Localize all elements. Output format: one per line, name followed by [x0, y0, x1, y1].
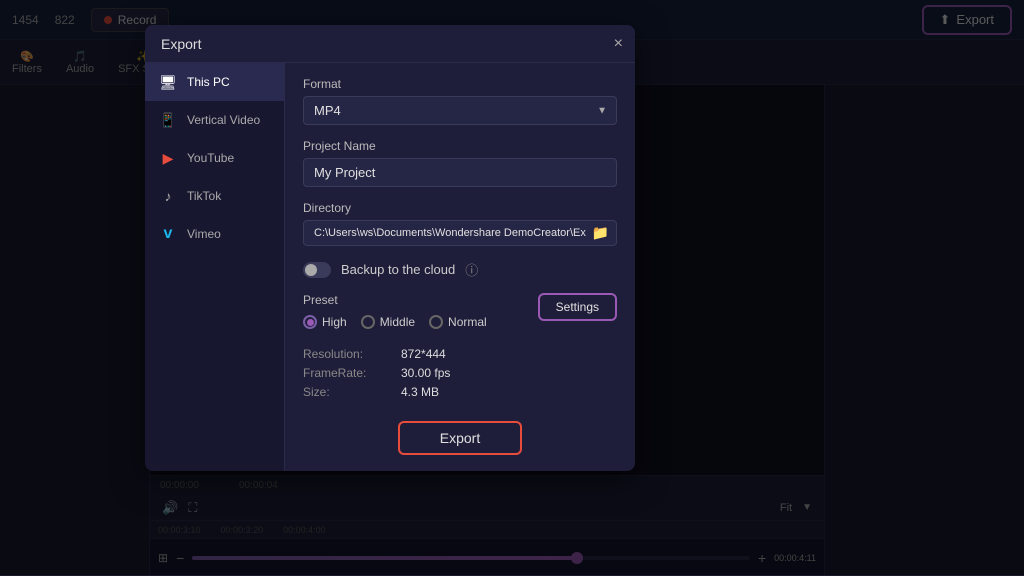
framerate-value: 30.00 fps: [401, 366, 617, 380]
resolution-label: Resolution:: [303, 347, 393, 361]
sidebar-item-this-pc[interactable]: 🖥 This PC: [145, 63, 284, 101]
sidebar-item-vimeo[interactable]: v Vimeo: [145, 215, 284, 253]
modal-close-button[interactable]: ×: [614, 36, 623, 52]
preset-normal[interactable]: Normal: [429, 315, 487, 329]
backup-label: Backup to the cloud: [341, 262, 455, 277]
preset-left: Preset High Middle Normal: [303, 293, 487, 329]
directory-group: Directory 📁: [303, 201, 617, 246]
export-modal: Export × 🖥 This PC 📱 Vertical Video ▶ Yo…: [145, 25, 635, 471]
modal-sidebar: 🖥 This PC 📱 Vertical Video ▶ YouTube ♪ T…: [145, 25, 285, 471]
preset-radio-group: High Middle Normal: [303, 315, 487, 329]
modal-footer: Export: [303, 413, 617, 455]
modal-form-content: Format MP4 MOV AVI GIF MP3 ▼ Project Nam…: [285, 25, 635, 471]
resolution-value: 872*444: [401, 347, 617, 361]
preset-high-label: High: [322, 315, 347, 329]
preset-middle[interactable]: Middle: [361, 315, 415, 329]
backup-info-icon[interactable]: ⓘ: [465, 260, 478, 279]
format-select[interactable]: MP4 MOV AVI GIF MP3: [303, 96, 617, 125]
size-value: 4.3 MB: [401, 385, 617, 399]
preset-normal-label: Normal: [448, 315, 487, 329]
directory-input[interactable]: [303, 220, 617, 246]
directory-wrapper: 📁: [303, 220, 617, 246]
backup-toggle[interactable]: [303, 262, 331, 278]
modal-titlebar: Export ×: [145, 25, 635, 63]
radio-middle-icon: [361, 315, 375, 329]
export-details: Resolution: 872*444 FrameRate: 30.00 fps…: [303, 347, 617, 399]
backup-row: Backup to the cloud ⓘ: [303, 260, 617, 279]
youtube-icon: ▶: [159, 149, 177, 167]
this-pc-icon: 🖥: [159, 73, 177, 91]
vimeo-icon: v: [159, 225, 177, 243]
radio-high-icon: [303, 315, 317, 329]
settings-button[interactable]: Settings: [538, 293, 617, 321]
sidebar-item-youtube[interactable]: ▶ YouTube: [145, 139, 284, 177]
vimeo-label: Vimeo: [187, 227, 221, 241]
project-name-label: Project Name: [303, 139, 617, 153]
export-modal-button[interactable]: Export: [398, 421, 522, 455]
tiktok-label: TikTok: [187, 189, 221, 203]
project-name-group: Project Name: [303, 139, 617, 187]
sidebar-item-tiktok[interactable]: ♪ TikTok: [145, 177, 284, 215]
project-name-input[interactable]: [303, 158, 617, 187]
directory-label: Directory: [303, 201, 617, 215]
modal-overlay: Export × 🖥 This PC 📱 Vertical Video ▶ Yo…: [0, 0, 1024, 575]
vertical-video-label: Vertical Video: [187, 113, 260, 127]
sidebar-item-vertical-video[interactable]: 📱 Vertical Video: [145, 101, 284, 139]
toggle-dot: [305, 264, 317, 276]
modal-title: Export: [161, 36, 201, 52]
preset-high[interactable]: High: [303, 315, 347, 329]
youtube-label: YouTube: [187, 151, 234, 165]
framerate-label: FrameRate:: [303, 366, 393, 380]
folder-icon[interactable]: 📁: [592, 225, 609, 242]
size-label: Size:: [303, 385, 393, 399]
preset-row: Preset High Middle Normal: [303, 293, 617, 329]
vertical-video-icon: 📱: [159, 111, 177, 129]
format-group: Format MP4 MOV AVI GIF MP3 ▼: [303, 77, 617, 125]
this-pc-label: This PC: [187, 75, 230, 89]
format-select-wrapper: MP4 MOV AVI GIF MP3 ▼: [303, 96, 617, 125]
tiktok-icon: ♪: [159, 187, 177, 205]
preset-label: Preset: [303, 293, 487, 307]
format-label: Format: [303, 77, 617, 91]
preset-middle-label: Middle: [380, 315, 415, 329]
radio-normal-icon: [429, 315, 443, 329]
